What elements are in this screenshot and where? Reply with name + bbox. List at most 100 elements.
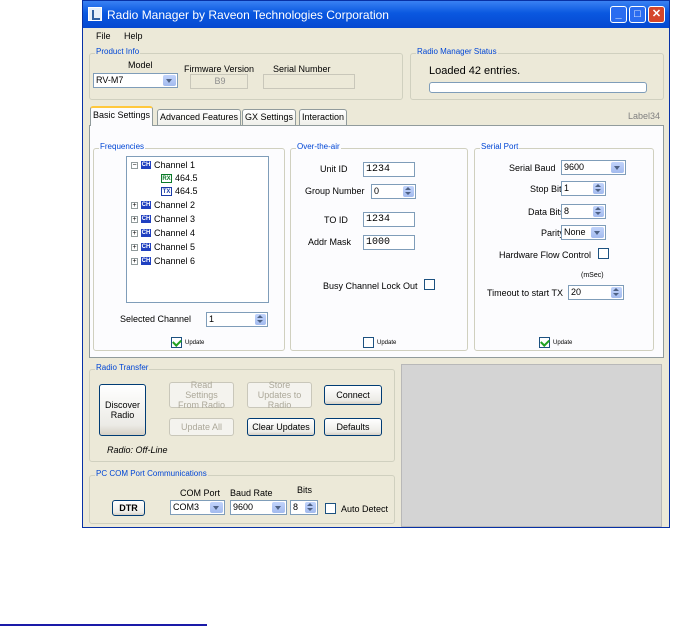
ota-update-label: Update: [377, 340, 397, 346]
frequencies-update-checkbox[interactable]: [171, 337, 182, 348]
timeout-spinner[interactable]: 20: [568, 285, 624, 300]
tree-item-rx[interactable]: RX 464.5: [161, 173, 198, 183]
tab-interaction[interactable]: Interaction: [299, 109, 348, 125]
collapse-icon[interactable]: −: [131, 161, 138, 169]
status-text: Loaded 42 entries.: [429, 65, 521, 77]
over-the-air-group: Over-the-air Unit ID 1234 Group Number 0…: [290, 142, 468, 351]
tab-advanced-features[interactable]: Advanced Features: [157, 109, 242, 125]
serial-update-checkbox[interactable]: [539, 337, 550, 348]
model-label: Model: [128, 60, 153, 70]
spinner-arrows-icon[interactable]: [305, 502, 316, 513]
channel-icon: CH: [141, 215, 151, 223]
unit-id-input[interactable]: 1234: [363, 162, 415, 177]
menu-help[interactable]: Help: [124, 31, 143, 41]
parity-select[interactable]: None: [561, 225, 606, 240]
expand-icon[interactable]: +: [131, 229, 138, 237]
tree-item-label: Channel 2: [154, 200, 196, 210]
selected-channel-spinner[interactable]: 1: [206, 312, 268, 327]
data-bits-value: 8: [564, 206, 570, 216]
update-all-button[interactable]: Update All: [169, 418, 234, 436]
tree-item-label: Channel 6: [154, 256, 196, 266]
expand-icon[interactable]: +: [131, 243, 138, 251]
unit-id-label: Unit ID: [320, 164, 348, 174]
product-info-group: Product Info Model RV-M7 Firmware Versio…: [89, 47, 403, 100]
read-settings-button[interactable]: Read Settings From Radio: [169, 380, 234, 410]
tree-item-label: 464.5: [175, 186, 198, 196]
parity-value: None: [564, 227, 586, 237]
connect-button[interactable]: Connect: [324, 385, 382, 405]
title-bar[interactable]: Radio Manager by Raveon Technologies Cor…: [83, 1, 669, 28]
timeout-value: 20: [571, 287, 582, 297]
spinner-arrows-icon[interactable]: [593, 183, 604, 194]
output-area: [401, 364, 662, 527]
radio-transfer-title: Radio Transfer: [95, 363, 150, 372]
tab-basic-settings[interactable]: Basic Settings: [90, 106, 154, 126]
spinner-arrows-icon[interactable]: [611, 287, 622, 298]
model-select[interactable]: RV-M7: [93, 73, 178, 88]
tree-item-channel-3[interactable]: + CH Channel 3: [131, 214, 195, 224]
tree-item-channel-2[interactable]: + CH Channel 2: [131, 200, 195, 210]
close-button[interactable]: ✕: [648, 6, 665, 23]
radio-status-text: Radio: Off-Line: [107, 445, 168, 455]
product-info-title: Product Info: [95, 47, 141, 56]
to-id-input[interactable]: 1234: [363, 212, 415, 227]
com-port-value: COM3: [173, 502, 200, 512]
baud-rate-label: Baud Rate: [230, 488, 273, 498]
dtr-button[interactable]: DTR: [112, 500, 145, 516]
com-port-group: PC COM Port Communications DTR COM Port …: [89, 469, 395, 524]
data-bits-spinner[interactable]: 8: [561, 204, 606, 219]
baud-rate-select[interactable]: 9600: [230, 500, 287, 515]
ota-update-checkbox[interactable]: [363, 337, 374, 348]
menu-file[interactable]: File: [96, 31, 111, 41]
expand-icon[interactable]: +: [131, 257, 138, 265]
bits-label: Bits: [297, 485, 313, 495]
tree-item-channel-6[interactable]: + CH Channel 6: [131, 256, 195, 266]
addr-mask-input[interactable]: 1000: [363, 235, 415, 250]
group-number-spinner[interactable]: 0: [371, 184, 416, 199]
stop-bits-spinner[interactable]: 1: [561, 181, 606, 196]
firmware-field: B9: [190, 74, 248, 89]
tree-item-channel-1[interactable]: − CH Channel 1: [131, 160, 195, 170]
bits-value: 8: [293, 502, 299, 512]
tree-item-channel-4[interactable]: + CH Channel 4: [131, 228, 195, 238]
busy-channel-checkbox[interactable]: [424, 279, 435, 290]
tree-item-channel-5[interactable]: + CH Channel 5: [131, 242, 195, 252]
spinner-arrows-icon[interactable]: [593, 206, 604, 217]
spinner-arrows-icon[interactable]: [403, 186, 414, 197]
tree-item-label: Channel 1: [154, 160, 196, 170]
chevron-down-icon: [591, 227, 604, 238]
frequencies-update-label: Update: [185, 340, 205, 346]
com-port-select[interactable]: COM3: [170, 500, 225, 515]
serial-number-label: Serial Number: [273, 64, 331, 74]
expand-icon[interactable]: +: [131, 215, 138, 223]
hw-flow-checkbox[interactable]: [598, 248, 609, 259]
tree-item-label: Channel 4: [154, 228, 196, 238]
channel-tree[interactable]: − CH Channel 1 RX 464.5 TX 464.5 + CH Ch…: [126, 156, 269, 303]
data-bits-label: Data Bits: [528, 207, 565, 217]
channel-icon: CH: [141, 161, 151, 169]
bits-spinner[interactable]: 8: [290, 500, 318, 515]
store-updates-button[interactable]: Store Updates to Radio: [247, 380, 312, 410]
firmware-label: Firmware Version: [184, 64, 255, 74]
discover-radio-button[interactable]: Discover Radio: [99, 384, 146, 436]
menu-bar: File Help: [83, 28, 669, 44]
basic-settings-panel: Frequencies − CH Channel 1 RX 464.5 TX 4…: [89, 125, 664, 358]
spinner-arrows-icon[interactable]: [255, 314, 266, 325]
status-title: Radio Manager Status: [416, 47, 498, 56]
tree-item-tx[interactable]: TX 464.5: [161, 186, 198, 196]
to-id-label: TO ID: [324, 215, 348, 225]
auto-detect-checkbox[interactable]: [325, 503, 336, 514]
maximize-button[interactable]: □: [629, 6, 646, 23]
clear-updates-button[interactable]: Clear Updates: [247, 418, 315, 436]
com-port-label: COM Port: [180, 488, 221, 498]
window-title: Radio Manager by Raveon Technologies Cor…: [107, 8, 389, 22]
baud-rate-value: 9600: [233, 502, 254, 512]
selected-channel-label: Selected Channel: [120, 314, 192, 324]
tab-gx-settings[interactable]: GX Settings: [242, 109, 297, 125]
minimize-button[interactable]: _: [610, 6, 627, 23]
serial-baud-select[interactable]: 9600: [561, 160, 626, 175]
expand-icon[interactable]: +: [131, 201, 138, 209]
rx-icon: RX: [161, 173, 172, 183]
defaults-button[interactable]: Defaults: [324, 418, 382, 436]
radio-transfer-group: Radio Transfer Discover Radio Read Setti…: [89, 363, 395, 462]
